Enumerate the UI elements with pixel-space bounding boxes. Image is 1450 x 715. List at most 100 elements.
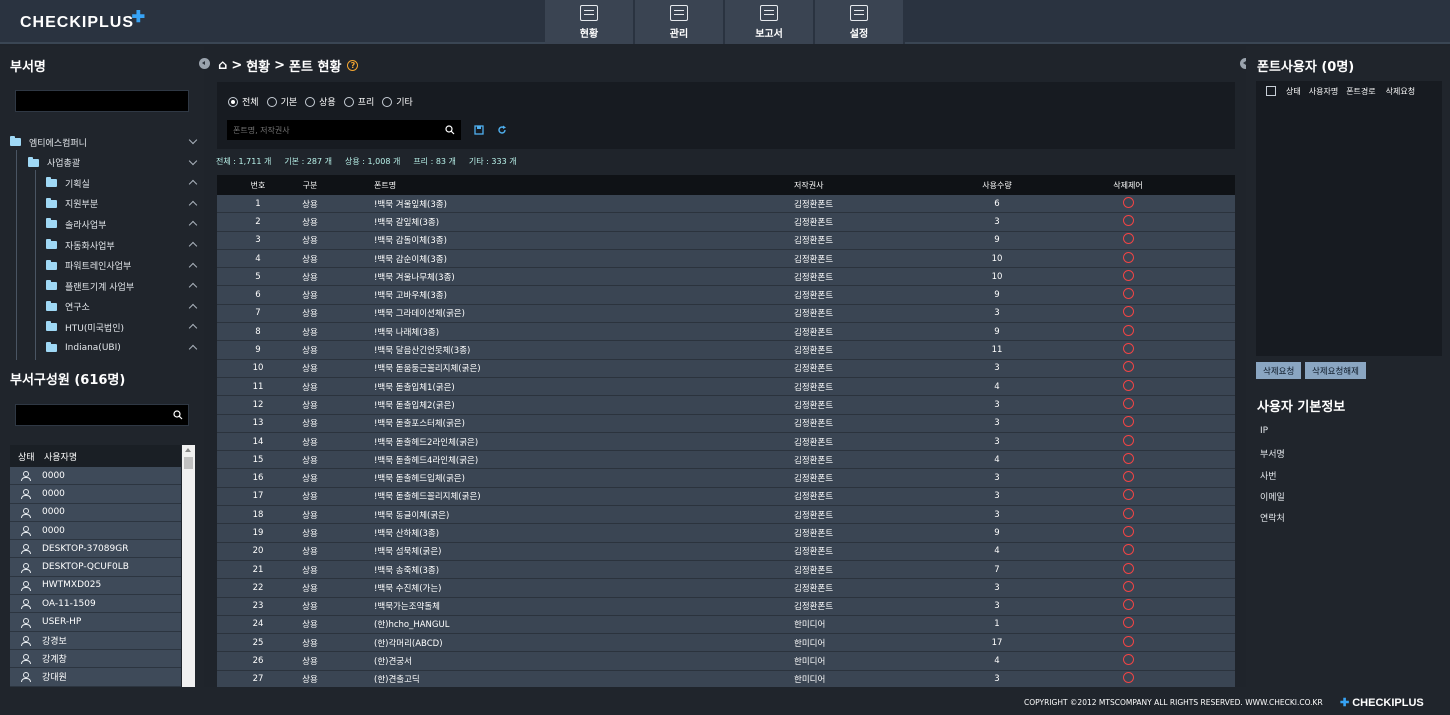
member-list-scrollbar[interactable]: [182, 445, 195, 715]
chevron-up-icon[interactable]: [188, 179, 198, 189]
chevron-down-icon[interactable]: [188, 135, 198, 145]
filter-radio[interactable]: 기타: [382, 95, 413, 108]
delete-request-button[interactable]: 삭제요청: [1256, 362, 1302, 379]
radio-button[interactable]: [343, 96, 354, 107]
chevron-down-icon[interactable]: [188, 156, 198, 165]
table-row[interactable]: 1 상용 !백묵 겨울잎체(3종) 김정환폰트 6: [217, 195, 1235, 214]
search-icon[interactable]: [173, 410, 183, 420]
nav-settings[interactable]: 설정: [815, 0, 905, 44]
chevron-up-icon[interactable]: [188, 344, 198, 354]
member-row[interactable]: 강계창: [10, 649, 181, 669]
table-row[interactable]: 12 상용 !백묵 돋출입체2(굵은) 김정환폰트 3: [217, 396, 1235, 415]
member-row[interactable]: USER-HP: [10, 613, 181, 632]
tree-item[interactable]: 지원부분: [46, 194, 198, 214]
delete-allowed-icon[interactable]: [1122, 397, 1134, 409]
delete-allowed-icon[interactable]: [1122, 324, 1134, 336]
delete-allowed-icon[interactable]: [1122, 416, 1134, 428]
delete-allowed-icon[interactable]: [1122, 507, 1134, 519]
table-row[interactable]: 10 상용 !백묵 돋움둥근꼴리지체(굵은) 김정환폰트 3: [217, 359, 1235, 378]
delete-allowed-icon[interactable]: [1122, 617, 1134, 629]
tree-item[interactable]: 엠티에스컴퍼니: [10, 132, 198, 152]
filter-radio[interactable]: 전체: [228, 95, 259, 108]
radio-button[interactable]: [228, 96, 238, 107]
member-search-input[interactable]: [15, 404, 189, 426]
delete-allowed-icon[interactable]: [1122, 489, 1134, 501]
member-row[interactable]: DESKTOP-QCUF0LB: [10, 558, 181, 577]
chevron-up-icon[interactable]: [188, 200, 198, 210]
chevron-up-icon[interactable]: [188, 221, 198, 230]
filter-radio[interactable]: 상용: [305, 95, 336, 108]
delete-allowed-icon[interactable]: [1122, 452, 1134, 464]
chevron-up-icon[interactable]: [188, 303, 198, 313]
delete-allowed-icon[interactable]: [1122, 434, 1134, 446]
delete-allowed-icon[interactable]: [1122, 306, 1134, 318]
tree-item[interactable]: 자동화사업부: [46, 235, 198, 255]
table-row[interactable]: 23 상용 !백묵가는조약돌체 김정환폰트 3: [217, 597, 1235, 616]
breadcrumb-level1[interactable]: 현황: [246, 56, 270, 75]
scroll-up-arrow-icon[interactable]: [185, 448, 191, 452]
collapse-left-icon[interactable]: [199, 58, 210, 69]
delete-allowed-icon[interactable]: [1122, 251, 1134, 263]
table-row[interactable]: 9 상용 !백묵 달음산긴언못체(3종) 김정환폰트 11: [217, 341, 1235, 360]
tree-item[interactable]: HTU(미국법인): [46, 317, 198, 337]
table-row[interactable]: 17 상용 !백묵 돋출헤드꼴리지체(굵은) 김정환폰트 3: [217, 487, 1235, 507]
help-icon[interactable]: ?: [347, 60, 359, 71]
delete-allowed-icon[interactable]: [1122, 233, 1134, 245]
table-row[interactable]: 19 상용 !백묵 산하체(3종) 김정환폰트 9: [217, 524, 1235, 543]
member-row[interactable]: HWTMXD025: [10, 576, 181, 596]
dept-search-input[interactable]: [15, 90, 189, 112]
delete-allowed-icon[interactable]: [1122, 580, 1134, 592]
member-row[interactable]: 0000: [10, 485, 181, 504]
chevron-up-icon[interactable]: [188, 262, 198, 271]
save-icon[interactable]: [474, 125, 484, 135]
delete-allowed-icon[interactable]: [1122, 635, 1134, 647]
table-row[interactable]: 4 상용 !백묵 감순이체(3종) 김정환폰트 10: [217, 249, 1235, 269]
table-row[interactable]: 16 상용 !백묵 돋출헤드입체(굵은) 김정환폰트 3: [217, 469, 1235, 488]
delete-allowed-icon[interactable]: [1122, 599, 1134, 611]
refresh-icon[interactable]: [497, 125, 507, 135]
nav-manage[interactable]: 관리: [635, 0, 725, 44]
table-row[interactable]: 15 상용 !백묵 돋출헤드4라인체(굵은) 김정환폰트 4: [217, 451, 1235, 470]
search-icon[interactable]: [445, 125, 455, 135]
member-row[interactable]: 강경보: [10, 631, 181, 650]
nav-status[interactable]: 현황: [545, 0, 635, 44]
delete-allowed-icon[interactable]: [1122, 544, 1134, 556]
table-row[interactable]: 22 상용 !백묵 수진체(가는) 김정환폰트 3: [217, 579, 1235, 598]
table-row[interactable]: 14 상용 !백묵 돋출헤드2라인체(굵은) 김정환폰트 3: [217, 432, 1235, 452]
member-row[interactable]: 강대원: [10, 668, 181, 687]
table-row[interactable]: 13 상용 !백묵 돋출포스터체(굵은) 김정환폰트 3: [217, 414, 1235, 433]
table-row[interactable]: 11 상용 !백묵 돋출입체1(굵은) 김정환폰트 4: [217, 377, 1235, 397]
member-row[interactable]: OA-11-1509: [10, 595, 181, 614]
scroll-thumb[interactable]: [184, 457, 193, 469]
chevron-up-icon[interactable]: [188, 282, 198, 292]
chevron-up-icon[interactable]: [188, 324, 198, 333]
member-row[interactable]: 0000: [10, 467, 181, 486]
tree-item[interactable]: 플랜트기계 사업부: [46, 276, 198, 296]
table-row[interactable]: 8 상용 !백묵 나래체(3종) 김정환폰트 9: [217, 323, 1235, 342]
table-row[interactable]: 5 상용 !백묵 겨울나무체(3종) 김정환폰트 10: [217, 268, 1235, 287]
table-row[interactable]: 24 상용 (한)hcho_HANGUL 한미디어 1: [217, 615, 1235, 635]
radio-button[interactable]: [266, 96, 277, 107]
font-search-input[interactable]: [227, 120, 437, 140]
delete-allowed-icon[interactable]: [1122, 361, 1134, 373]
delete-allowed-icon[interactable]: [1122, 471, 1134, 483]
filter-radio[interactable]: 기본: [266, 95, 297, 108]
delete-allowed-icon[interactable]: [1122, 562, 1134, 574]
home-icon[interactable]: ⌂: [218, 58, 227, 73]
table-row[interactable]: 2 상용 !백묵 갈잎체(3종) 김정환폰트 3: [217, 213, 1235, 232]
nav-report[interactable]: 보고서: [725, 0, 815, 44]
table-row[interactable]: 21 상용 !백묵 송죽체(3종) 김정환폰트 7: [217, 560, 1235, 580]
table-row[interactable]: 18 상용 !백묵 동글이체(굵은) 김정환폰트 3: [217, 506, 1235, 525]
radio-button[interactable]: [305, 96, 316, 107]
table-row[interactable]: 3 상용 !백묵 감돌이체(3종) 김정환폰트 9: [217, 231, 1235, 250]
delete-allowed-icon[interactable]: [1122, 379, 1134, 391]
delete-allowed-icon[interactable]: [1122, 196, 1134, 208]
tree-item[interactable]: 기획실: [46, 173, 198, 193]
delete-allowed-icon[interactable]: [1122, 269, 1134, 281]
table-row[interactable]: 26 상용 (한)견궁서 한미디어 4: [217, 652, 1235, 671]
table-row[interactable]: 7 상용 !백묵 그라데이션체(굵은) 김정환폰트 3: [217, 304, 1235, 324]
member-row[interactable]: 0000: [10, 503, 181, 522]
radio-button[interactable]: [382, 96, 393, 107]
delete-allowed-icon[interactable]: [1122, 214, 1134, 226]
member-row[interactable]: DESKTOP-37089GR: [10, 540, 181, 559]
